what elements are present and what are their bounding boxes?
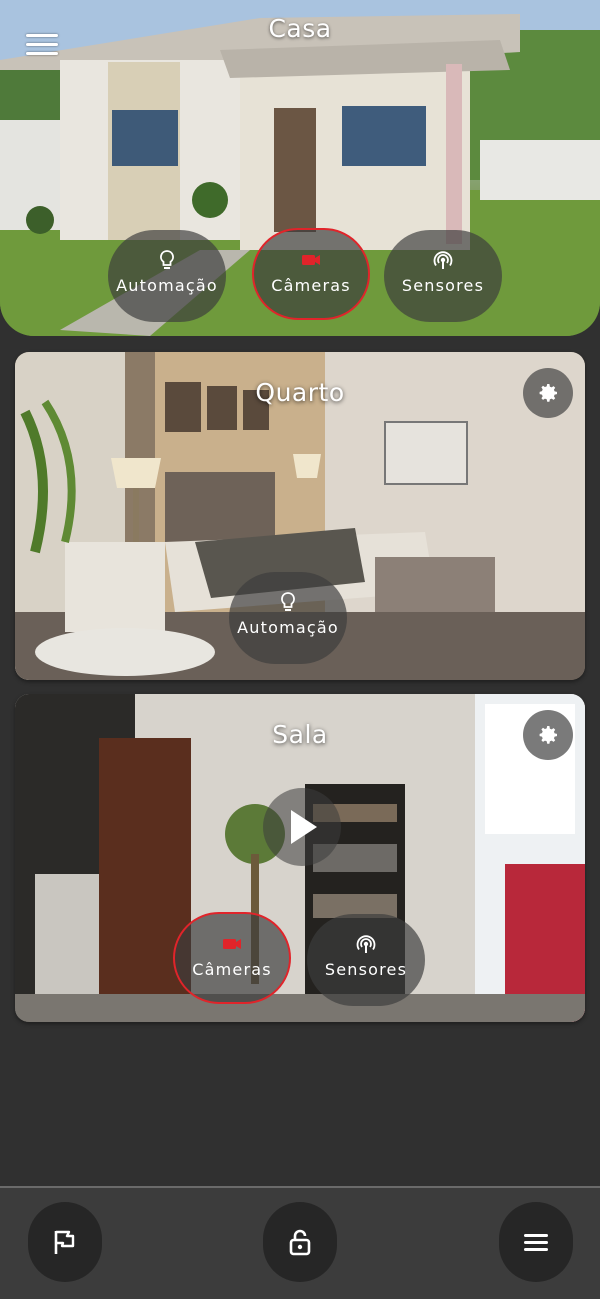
automation-button[interactable]: Automação (229, 572, 347, 664)
sensors-button[interactable]: Sensores (307, 914, 425, 1006)
menu-button[interactable] (499, 1202, 573, 1282)
menu-icon (524, 1234, 548, 1251)
room-card-sala[interactable]: Sala Câmeras Sensores (15, 694, 585, 1022)
lightbulb-icon (160, 250, 174, 269)
video-camera-icon (302, 255, 320, 265)
sensor-signal-icon (433, 251, 453, 269)
home-header: Casa Automação Câmeras Sensores (0, 0, 600, 336)
automation-label: Automação (116, 276, 218, 295)
gear-glyph (539, 384, 557, 402)
automation-label: Automação (237, 618, 339, 637)
hamburger-menu-icon[interactable] (26, 34, 58, 58)
video-camera-icon (223, 939, 241, 949)
flag-icon (54, 1230, 75, 1254)
sensors-label: Sensores (401, 276, 485, 295)
flag-button[interactable] (28, 1202, 102, 1282)
gear-icon[interactable] (523, 368, 573, 418)
cameras-button[interactable]: Câmeras (173, 912, 291, 1004)
sensor-signal-icon (356, 935, 376, 953)
automation-button[interactable]: Automação (108, 230, 226, 322)
cameras-button[interactable]: Câmeras (252, 228, 370, 320)
room-title: Quarto (255, 378, 345, 407)
cameras-label: Câmeras (271, 276, 351, 295)
room-card-quarto[interactable]: Quarto Automação (15, 352, 585, 680)
play-icon[interactable] (263, 788, 341, 866)
page-title: Casa (268, 14, 332, 43)
bottom-navigation (0, 1186, 600, 1299)
lightbulb-icon (281, 592, 295, 611)
lock-button[interactable] (263, 1202, 337, 1282)
cameras-label: Câmeras (192, 960, 272, 979)
gear-glyph (539, 726, 557, 744)
room-title: Sala (272, 720, 328, 749)
unlock-icon (289, 1229, 311, 1256)
sensors-label: Sensores (324, 960, 408, 979)
sensors-button[interactable]: Sensores (384, 230, 502, 322)
play-glyph (291, 810, 317, 844)
gear-icon[interactable] (523, 710, 573, 760)
